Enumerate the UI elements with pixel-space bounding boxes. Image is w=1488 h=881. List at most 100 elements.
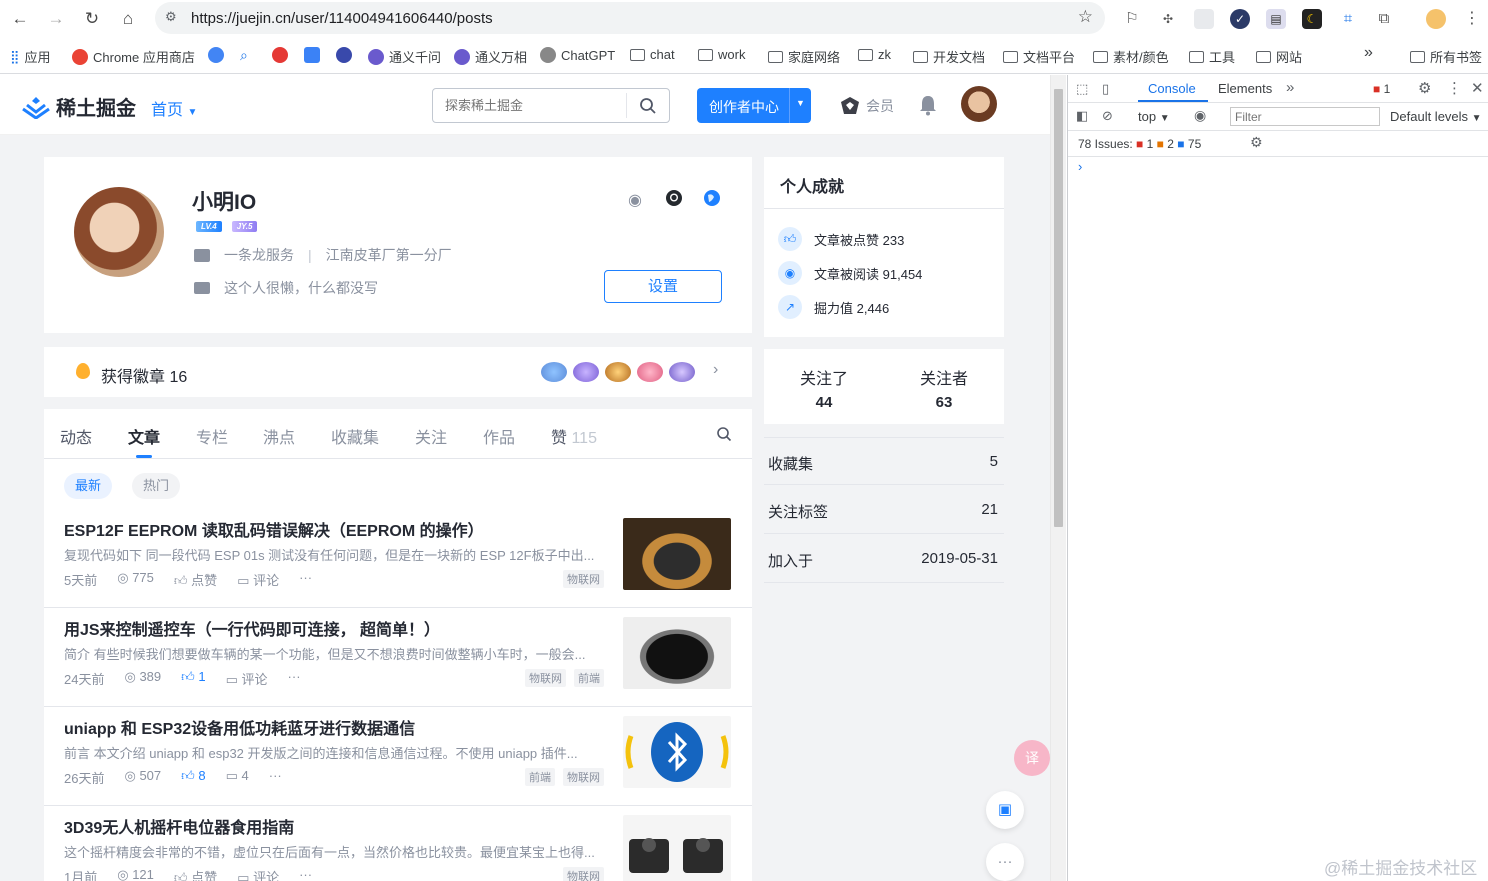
bookmark-chatgpt[interactable]: ChatGPT [540, 47, 615, 63]
following-stat[interactable]: 关注了 44 [764, 365, 884, 411]
bookmarks-overflow-button[interactable]: » [1364, 44, 1373, 62]
clear-console-icon[interactable]: ⊘ [1102, 108, 1113, 124]
issues-bar[interactable]: 78 Issues: ■ 1 ■ 2 ■ 75 ⚙ [1068, 131, 1488, 157]
translate-icon[interactable]: 译 [1014, 740, 1050, 776]
website-globe-icon[interactable] [703, 189, 721, 207]
tab-pins[interactable]: 沸点 [263, 424, 295, 448]
bookmark-folder-home-network[interactable]: 家庭网络 [768, 47, 840, 66]
article-item[interactable]: 用JS来控制遥控车（一行代码即可连接， 超简单！） 简介 有些时候我们想要做车辆… [44, 608, 752, 707]
bookmark-chrome-store[interactable]: Chrome 应用商店 [72, 47, 195, 66]
tab-collections[interactable]: 收藏集 [331, 424, 379, 448]
log-levels-dropdown[interactable]: Default levels ▼ [1390, 109, 1482, 124]
issues-settings-icon[interactable]: ⚙ [1250, 134, 1263, 151]
article-title[interactable]: 用JS来控制遥控车（一行代码即可连接， 超简单！） [64, 616, 440, 640]
tab-columns[interactable]: 专栏 [196, 424, 228, 448]
info-collections[interactable]: 收藏集 5 [764, 437, 1004, 485]
bookmark-apps[interactable]: ⣿ 应用 [10, 47, 51, 66]
article-tag[interactable]: 物联网 [525, 669, 566, 687]
bookmark-icon[interactable]: ⚐ [1122, 9, 1142, 29]
bookmark-favicon[interactable] [272, 47, 288, 63]
article-comment-button[interactable]: ▭ 4 [226, 768, 249, 787]
tab-console[interactable]: Console [1148, 81, 1196, 96]
extension-icon[interactable]: ✣ [1158, 9, 1178, 29]
star-icon[interactable]: ☆ [1078, 7, 1093, 27]
info-tags[interactable]: 关注标签 21 [764, 486, 1004, 534]
badges-card[interactable]: 获得徽章 16 › [44, 347, 752, 397]
caret-down-icon[interactable]: ▼ [796, 98, 805, 108]
article-tag[interactable]: 前端 [525, 768, 555, 786]
settings-gear-icon[interactable]: ⚙ [1418, 79, 1431, 97]
console-prompt-icon[interactable]: › [1078, 159, 1082, 174]
bookmark-folder-materials[interactable]: 素材/颜色 [1093, 47, 1169, 66]
article-like-button[interactable]: 👍︎ 点赞 [174, 867, 217, 881]
bookmark-tongyi-qianwen[interactable]: 通义千问 [368, 47, 441, 66]
tab-articles[interactable]: 文章 [128, 424, 160, 448]
more-icon[interactable]: ··· [299, 570, 312, 589]
search-box[interactable] [432, 88, 670, 123]
back-icon[interactable]: ← [8, 7, 32, 31]
member-link[interactable]: 会员 [839, 95, 894, 117]
live-expression-eye-icon[interactable]: ◉ [1194, 107, 1206, 124]
extension-icon[interactable]: ☾ [1302, 9, 1322, 29]
device-toolbar-icon[interactable]: ▯ [1102, 81, 1109, 97]
tab-following[interactable]: 关注 [415, 424, 447, 448]
forward-icon[interactable]: → [44, 7, 68, 31]
search-input[interactable] [433, 89, 623, 122]
article-comment-button[interactable]: ▭ 评论 [237, 867, 279, 881]
weibo-icon[interactable]: ◉ [628, 190, 642, 210]
bookmark-favicon[interactable] [336, 47, 352, 63]
search-icon[interactable] [639, 97, 657, 115]
article-comment-button[interactable]: ▭ 评论 [237, 570, 279, 589]
reload-icon[interactable]: ↻ [80, 7, 104, 31]
tab-likes[interactable]: 赞 115 [551, 424, 597, 448]
sort-latest-button[interactable]: 最新 [64, 473, 113, 499]
more-icon[interactable]: ··· [288, 669, 301, 688]
followers-stat[interactable]: 关注者 63 [884, 365, 1004, 411]
juejin-logo[interactable]: 稀土掘金 [22, 92, 136, 121]
bookmark-folder-websites[interactable]: 网站 [1256, 47, 1302, 66]
more-icon[interactable]: ··· [269, 768, 282, 787]
article-like-button[interactable]: 👍︎ 8 [181, 768, 205, 787]
article-like-button[interactable]: 👍︎ 点赞 [174, 570, 217, 589]
puzzle-icon[interactable]: ⧉ [1374, 9, 1394, 29]
article-title[interactable]: ESP12F EEPROM 读取乱码错误解决（EEPROM 的操作） [64, 517, 484, 541]
profile-avatar-icon[interactable] [1426, 9, 1446, 29]
bookmark-folder-tools[interactable]: 工具 [1189, 47, 1235, 66]
settings-button[interactable]: 设置 [604, 270, 722, 303]
tab-works[interactable]: 作品 [483, 424, 515, 448]
article-tag[interactable]: 物联网 [563, 867, 604, 881]
more-icon[interactable]: ··· [299, 867, 312, 881]
github-icon[interactable] [665, 189, 683, 207]
bookmark-folder-doc-platform[interactable]: 文档平台 [1003, 47, 1075, 66]
article-thumbnail[interactable] [623, 518, 731, 590]
more-icon[interactable]: ··· [986, 843, 1024, 881]
bookmark-tongyi-wanxiang[interactable]: 通义万相 [454, 47, 527, 66]
article-tag[interactable]: 前端 [574, 669, 604, 687]
site-info-icon[interactable]: ⚙ [165, 9, 177, 25]
article-item[interactable]: ESP12F EEPROM 读取乱码错误解决（EEPROM 的操作） 复现代码如… [44, 509, 752, 608]
close-icon[interactable]: ✕ [1471, 79, 1484, 97]
bookmark-folder-dev-docs[interactable]: 开发文档 [913, 47, 985, 66]
bell-icon[interactable] [918, 94, 938, 116]
menu-icon[interactable]: ⋮ [1462, 9, 1482, 29]
bookmark-folder-work[interactable]: work [698, 47, 745, 62]
tab-elements[interactable]: Elements [1218, 81, 1272, 96]
inspect-element-icon[interactable]: ⬚ [1076, 81, 1088, 97]
chevron-right-icon[interactable]: › [713, 361, 718, 379]
tab-activity[interactable]: 动态 [60, 424, 92, 448]
article-title[interactable]: 3D39无人机摇杆电位器食用指南 [64, 814, 294, 838]
bookmark-folder-chat[interactable]: chat [630, 47, 675, 62]
nav-home-dropdown[interactable]: 首页 ▼ [151, 96, 197, 120]
article-tag[interactable]: 物联网 [563, 570, 604, 588]
article-title[interactable]: uniapp 和 ESP32设备用低功耗蓝牙进行数据通信 [64, 715, 415, 739]
sidebar-toggle-icon[interactable]: ◧ [1076, 108, 1088, 124]
scrollbar-thumb[interactable] [1054, 89, 1063, 527]
console-filter-input[interactable] [1230, 107, 1380, 126]
search-icon[interactable] [716, 426, 732, 442]
extension-icon[interactable] [1194, 9, 1214, 29]
error-counter[interactable]: ■ 1 [1373, 82, 1390, 96]
article-like-button[interactable]: 👍︎ 1 [181, 669, 205, 688]
bookmark-favicon[interactable] [304, 47, 320, 63]
article-tag[interactable]: 物联网 [563, 768, 604, 786]
article-thumbnail[interactable] [623, 815, 731, 881]
